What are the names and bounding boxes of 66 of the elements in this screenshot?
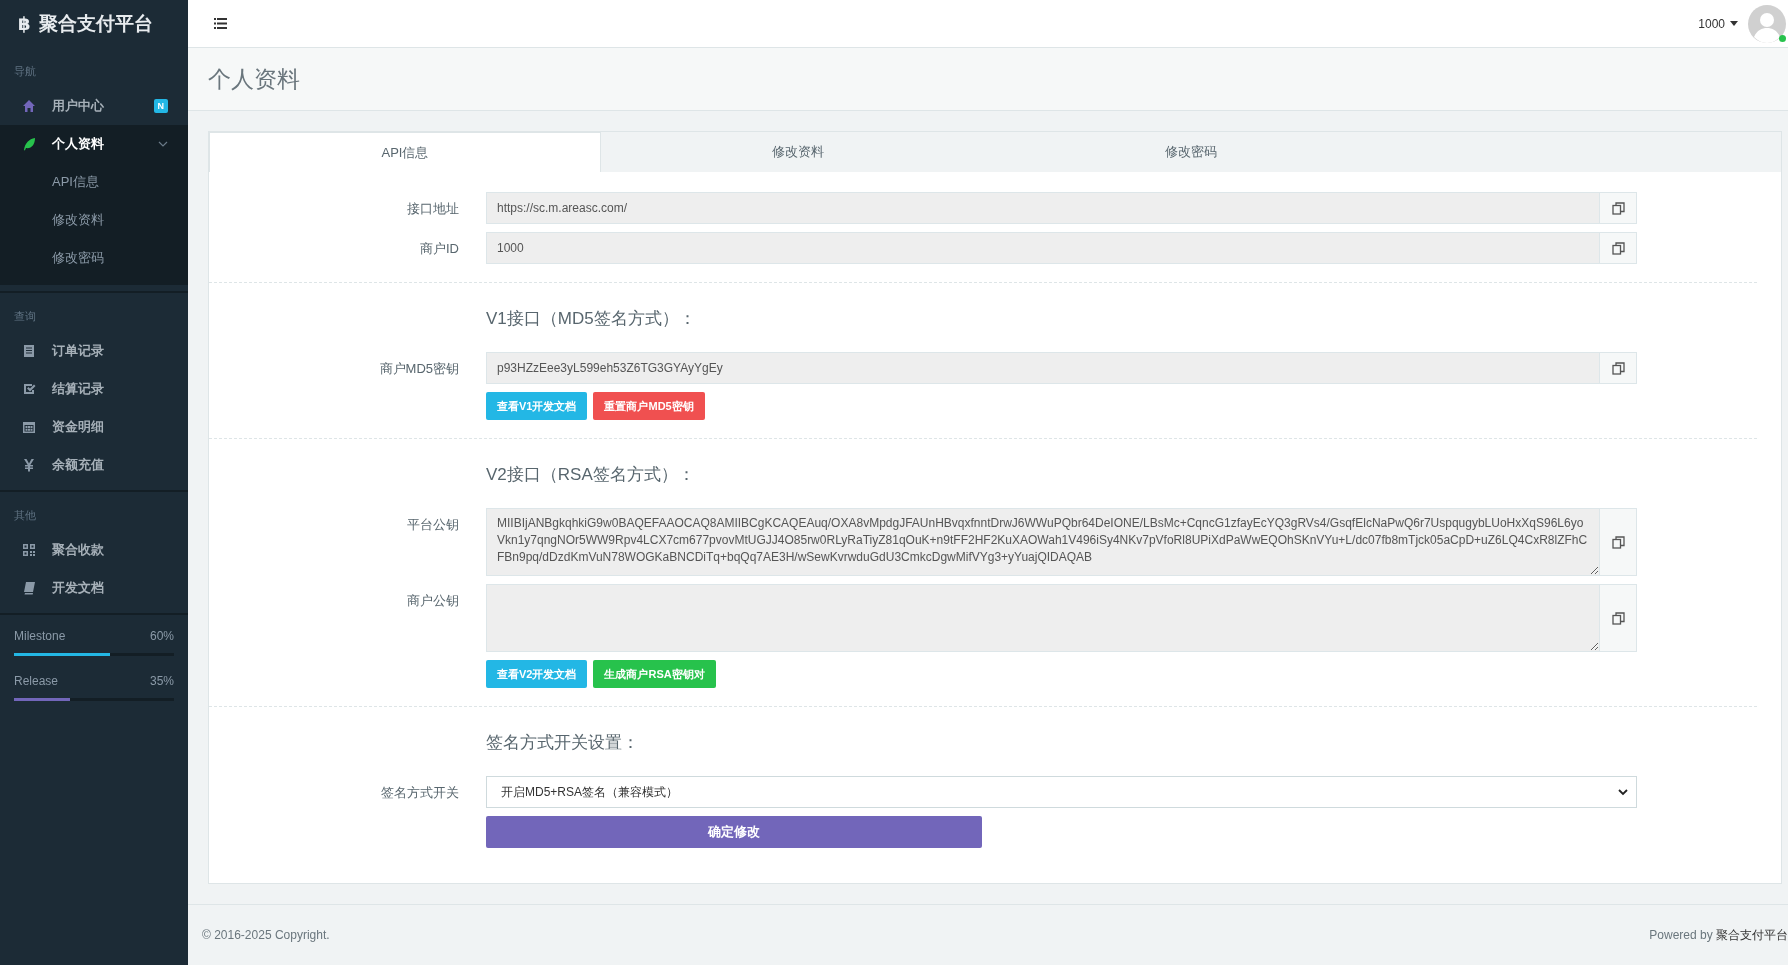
copy-icon — [1611, 201, 1625, 215]
leaf-icon — [22, 137, 36, 151]
submenu-item[interactable]: 修改资料 — [0, 201, 188, 239]
tab[interactable]: 修改资料 — [601, 132, 994, 172]
submenu-item[interactable]: API信息 — [0, 163, 188, 201]
section-heading: 导航 — [13, 64, 37, 79]
section-heading: 签名方式开关设置： — [486, 732, 640, 754]
submenu-item[interactable]: 修改密码 — [0, 239, 188, 277]
copy-icon — [1611, 241, 1625, 255]
sidebar-item[interactable]: 余额充值 — [0, 446, 188, 484]
caret-icon — [1730, 21, 1738, 26]
calendar-icon — [22, 420, 36, 434]
checkbox-icon — [22, 382, 36, 396]
action-button[interactable]: 重置商户MD5密钥 — [593, 392, 705, 420]
section-heading: V1接口（MD5签名方式）： — [486, 308, 697, 330]
copy-button[interactable] — [1600, 232, 1637, 264]
select-field[interactable]: 开启MD5+RSA签名（兼容模式） — [486, 776, 1637, 808]
text-area[interactable]: MIIBIjANBgkqhkiG9w0BAQEFAAOCAQ8AMIIBCgKCAQEAuq/OXA8vMpdgJFAUnHBvqxfnntDrwJ6WWuPQbr64DeIONE/LBsMc+CqncG1zfayEcYQ3gRVs4/GsqfElcNaPwQ6r7UspqugybLUoHxXqS96L6yoVkn1y7qngNOr5WW9Rpv4LCX7cm677pvovMtUGJJ4O85rw0RLyRaTiyZ81qOuK+n9tFF2HF2KuXAOWah1V496iSy4NKv7pVfoRl8UPiXdPaWwEQOhSKnVYu+L/dc07fb8mTjck05aCpD+uZ6LQ4CxR8lZFhCFBn9pq/dDzdKmVuN78WOGKaBNCDiTq+bqQq7AE3H/wSewKvrwduGdU3CmkcDgwMifVYg3+yYuajQIDAQAB — [486, 508, 1600, 576]
logo-icon: ฿ — [18, 13, 31, 35]
copy-icon — [1611, 535, 1625, 549]
copy-button[interactable] — [1600, 508, 1637, 576]
sidebar-item[interactable]: 聚合收款 — [0, 531, 188, 569]
sidebar-item[interactable]: 订单记录 — [0, 332, 188, 370]
field-label: 商户ID — [419, 240, 459, 258]
input-field[interactable]: 1000 — [486, 232, 1600, 264]
book-icon — [22, 581, 36, 595]
input-field[interactable]: p93HZzEee3yL599eh53Z6TG3GYAyYgEy — [486, 352, 1600, 384]
new-badge: N — [153, 99, 168, 113]
user-menu[interactable]: 1000 — [1698, 16, 1738, 31]
app-title: 聚合支付平台 — [38, 12, 153, 36]
field-label: 商户MD5密钥 — [378, 360, 459, 378]
section-heading: 其他 — [13, 508, 37, 523]
sidebar-item[interactable]: 用户中心 N — [0, 87, 188, 125]
copy-icon — [1611, 361, 1625, 375]
home-icon — [22, 99, 36, 113]
field-label: 签名方式开关 — [380, 784, 459, 802]
powered-by-text: Powered by 聚合支付平台 — [1649, 926, 1788, 944]
copy-icon — [1611, 611, 1625, 625]
copy-button[interactable] — [1600, 192, 1637, 224]
sidebar-item[interactable]: 资金明细 — [0, 408, 188, 446]
submit-button[interactable]: 确定修改 — [486, 816, 982, 848]
tab[interactable]: API信息 — [209, 132, 601, 172]
progress-label: Milestone — [14, 629, 66, 643]
input-field[interactable]: https://sc.m.areasc.com/ — [486, 192, 1600, 224]
copy-button[interactable] — [1600, 352, 1637, 384]
sidebar-item[interactable]: 个人资料 — [0, 125, 188, 163]
avatar[interactable] — [1748, 4, 1786, 43]
copy-button[interactable] — [1600, 584, 1637, 652]
qr-code-icon — [22, 543, 36, 557]
progress-label: Release — [14, 674, 59, 688]
section-heading: V2接口（RSA签名方式）： — [486, 464, 696, 486]
progress-value: 35% — [149, 674, 174, 688]
menu-icon[interactable] — [214, 18, 227, 29]
sidebar-item[interactable]: 开发文档 — [0, 569, 188, 607]
copyright-text: © 2016-2025 Copyright. — [202, 928, 330, 942]
sidebar-item[interactable]: 结算记录 — [0, 370, 188, 408]
page-title: 个人资料 — [208, 64, 300, 94]
field-label: 接口地址 — [406, 200, 459, 218]
field-label: 平台公钥 — [406, 516, 459, 534]
caret-icon — [1618, 787, 1628, 797]
section-heading: 查询 — [13, 309, 37, 324]
field-label: 商户公钥 — [406, 592, 459, 610]
list-icon — [22, 344, 36, 358]
tab[interactable]: 修改密码 — [994, 132, 1387, 172]
yen-icon — [22, 458, 36, 472]
progress-value: 60% — [149, 629, 174, 643]
